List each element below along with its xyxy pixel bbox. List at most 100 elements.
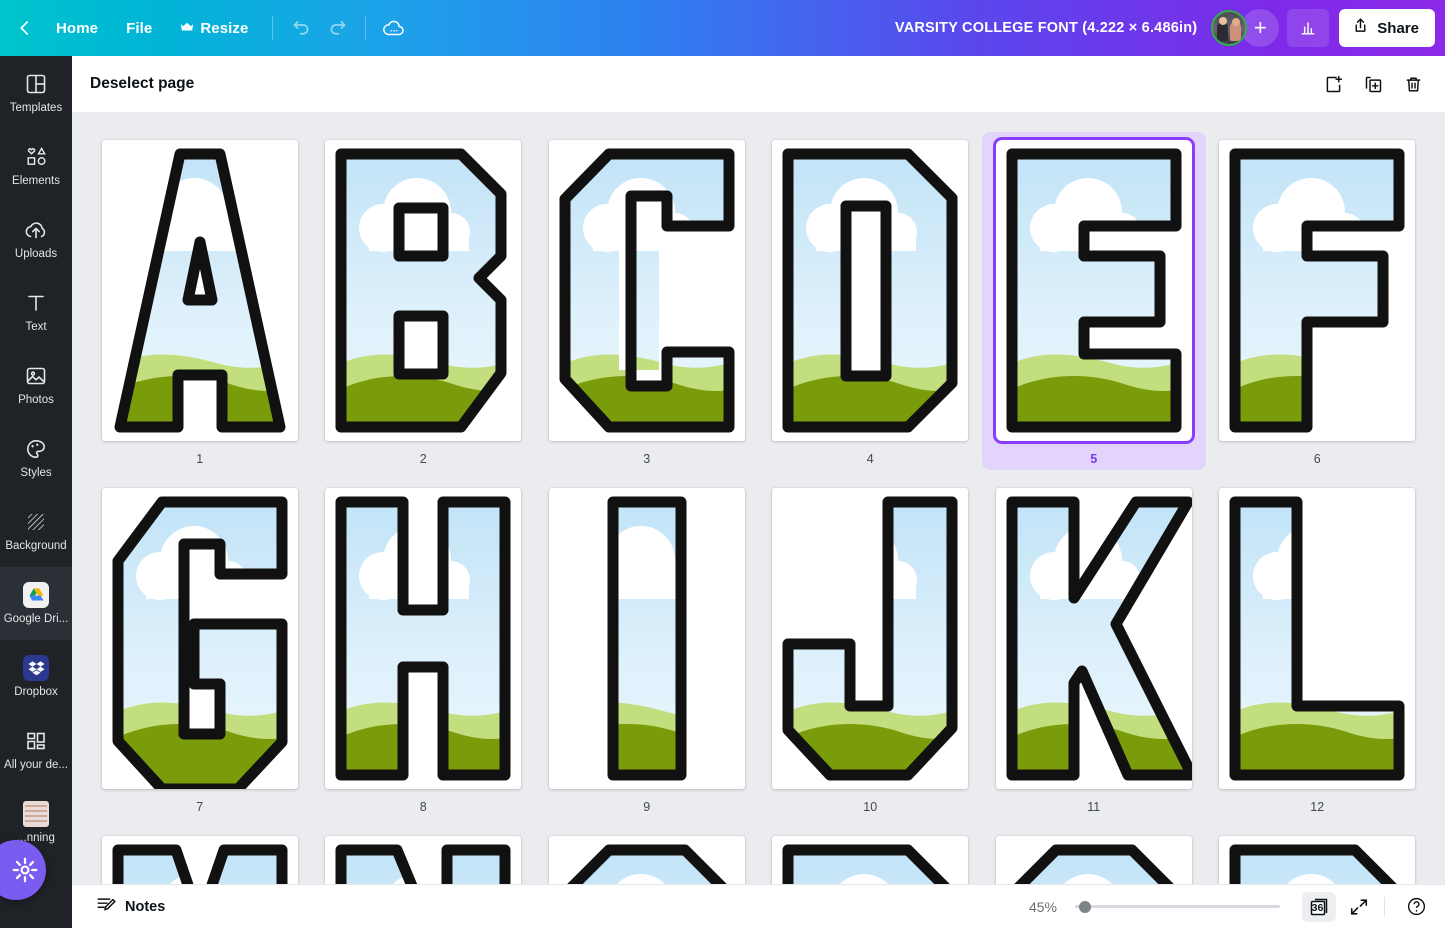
letter-d-artwork	[782, 148, 958, 433]
page-thumbnail-1[interactable]: 1	[88, 132, 312, 470]
page-thumbnail-18[interactable]: 18	[1206, 828, 1430, 884]
zoom-level-label: 45%	[1028, 898, 1057, 915]
home-menu-button[interactable]: Home	[42, 11, 112, 45]
share-button[interactable]: Share	[1339, 9, 1435, 47]
sidebar-item-label: Styles	[20, 466, 52, 479]
letter-c-artwork	[559, 148, 735, 433]
notes-button[interactable]: Notes	[86, 890, 175, 924]
sidebar-item-label: Background	[5, 539, 67, 552]
toolbar-divider-2	[365, 16, 367, 40]
notes-label: Notes	[125, 898, 166, 915]
undo-icon[interactable]	[283, 11, 319, 45]
sidebar-item-photos[interactable]: Photos	[0, 348, 72, 421]
bar-chart-icon[interactable]	[1287, 9, 1330, 47]
templates-icon	[24, 71, 48, 97]
letter-e-artwork	[1006, 148, 1182, 433]
uploads-icon	[23, 217, 49, 243]
page-canvas	[995, 836, 1192, 884]
share-label: Share	[1377, 19, 1419, 37]
page-thumbnail-10[interactable]: 10	[759, 480, 983, 818]
avatar-head-1	[1218, 17, 1227, 25]
letter-j-artwork	[782, 496, 958, 781]
page-thumbnail-4[interactable]: 4	[759, 132, 983, 470]
page-number: 3	[643, 452, 651, 466]
letter-o-artwork	[564, 844, 729, 884]
photos-icon	[24, 363, 48, 389]
cloud-saving-icon[interactable]	[376, 11, 412, 45]
avatar-head-2	[1231, 18, 1240, 26]
sidebar-item-templates[interactable]: Templates	[0, 56, 72, 129]
page-thumbnail-16[interactable]: 16	[759, 828, 983, 884]
file-label: File	[126, 19, 153, 37]
letter-b-artwork	[335, 148, 507, 433]
duplicate-page-icon[interactable]	[1355, 66, 1391, 102]
resize-button[interactable]: Resize	[166, 11, 262, 45]
page-thumbnail-5[interactable]: 5	[982, 132, 1206, 470]
page-canvas	[548, 836, 745, 884]
letter-p-artwork	[782, 844, 953, 884]
letter-f-artwork	[1229, 148, 1405, 433]
page-thumbnail-14[interactable]: 14	[312, 828, 536, 884]
crown-icon	[180, 20, 194, 37]
page-canvas	[548, 140, 745, 441]
help-icon[interactable]	[1399, 892, 1433, 922]
background-icon	[24, 509, 48, 535]
page-canvas	[325, 836, 522, 884]
page-number: 2	[419, 452, 427, 466]
redo-icon[interactable]	[319, 11, 355, 45]
sidebar-item-label: Dropbox	[14, 685, 58, 698]
page-thumbnail-7[interactable]: 7	[88, 480, 312, 818]
zoom-slider-handle[interactable]	[1079, 900, 1091, 913]
document-title[interactable]: VARSITY COLLEGE FONT (4.222 × 6.486in)	[881, 20, 1211, 36]
page-thumbnail-17[interactable]: 17	[982, 828, 1206, 884]
dropbox-icon	[23, 654, 49, 681]
page-number: 12	[1310, 800, 1325, 814]
sidebar-item-background[interactable]: Background	[0, 494, 72, 567]
page-thumbnail-11[interactable]: 11	[982, 480, 1206, 818]
sidebar-item-elements[interactable]: Elements	[0, 129, 72, 202]
page-thumbnail-2[interactable]: 2	[312, 132, 536, 470]
page-thumbnail-8[interactable]: 8	[312, 480, 536, 818]
page-thumbnail-3[interactable]: 3	[535, 132, 759, 470]
page-thumbnail-12[interactable]: 12	[1206, 480, 1430, 818]
file-menu-button[interactable]: File	[112, 11, 166, 45]
sidebar-item-google-drive[interactable]: Google Dri...	[0, 567, 72, 640]
top-toolbar-right: VARSITY COLLEGE FONT (4.222 × 6.486in) +…	[881, 9, 1445, 47]
page-canvas	[995, 488, 1192, 789]
bottom-toolbar-divider	[1384, 896, 1385, 917]
bottom-toolbar: Notes 45% 36	[72, 884, 1445, 928]
apps-grid-icon	[24, 728, 48, 754]
sidebar-item-label: Google Dri...	[3, 612, 69, 625]
add-page-icon[interactable]	[1315, 66, 1351, 102]
page-grid-scroll-area[interactable]: 1 2 3 4 5 6 7 8 9 10 11 12	[72, 112, 1445, 884]
page-canvas	[325, 140, 522, 441]
page-thumbnail-13[interactable]: 13	[88, 828, 312, 884]
chevron-left-icon[interactable]	[8, 11, 42, 45]
delete-page-icon[interactable]	[1395, 66, 1431, 102]
letter-l-artwork	[1229, 496, 1405, 781]
styles-icon	[24, 436, 48, 462]
page-thumbnail-6[interactable]: 6	[1206, 132, 1430, 470]
letter-m-artwork	[112, 844, 288, 884]
page-thumbnail-9[interactable]: 9	[535, 480, 759, 818]
page-canvas	[1219, 488, 1416, 789]
sidebar-item-text[interactable]: Text	[0, 275, 72, 348]
resize-label: Resize	[200, 19, 249, 37]
zoom-slider[interactable]	[1075, 897, 1280, 917]
deselect-page-button[interactable]: Deselect page	[90, 75, 194, 93]
share-upload-icon	[1352, 17, 1369, 39]
canva-editor: Home File Resize VARSITY COLLEGE FONT (4…	[0, 0, 1445, 928]
sidebar-item-all-your-designs[interactable]: All your de...	[0, 713, 72, 786]
letter-n-artwork	[335, 844, 511, 884]
page-grid: 1 2 3 4 5 6 7 8 9 10 11 12	[72, 112, 1445, 884]
sidebar-item-label: All your de...	[4, 758, 68, 771]
page-thumbnail-15[interactable]: 15	[535, 828, 759, 884]
avatar[interactable]	[1211, 10, 1248, 46]
sidebar-item-dropbox[interactable]: Dropbox	[0, 640, 72, 713]
page-manager-icon[interactable]: 36	[1302, 891, 1336, 922]
sidebar-item-styles[interactable]: Styles	[0, 421, 72, 494]
page-canvas	[101, 140, 298, 441]
sidebar-item-uploads[interactable]: Uploads	[0, 202, 72, 275]
fullscreen-icon[interactable]	[1342, 892, 1376, 922]
sidebar-item-label: Elements	[12, 174, 60, 187]
